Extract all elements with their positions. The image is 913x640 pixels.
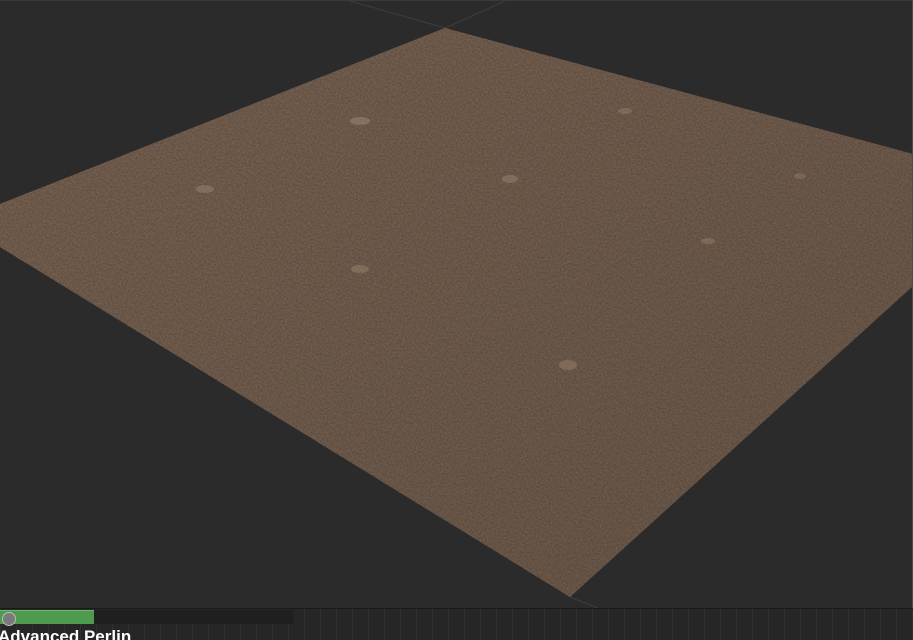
node-title[interactable]: Advanced Perlin — [0, 627, 131, 640]
3d-viewport[interactable] — [0, 0, 913, 608]
node-connector-handle[interactable] — [2, 612, 16, 626]
application-window: Advanced Perlin — [0, 0, 913, 640]
grid-line — [444, 1, 506, 29]
grid-line — [349, 1, 446, 29]
node-graph-panel: Advanced Perlin — [0, 608, 913, 640]
progress-bar — [0, 610, 293, 624]
grid-line — [569, 596, 599, 608]
ground-plane[interactable] — [0, 28, 913, 597]
viewport-canvas[interactable] — [0, 1, 913, 608]
